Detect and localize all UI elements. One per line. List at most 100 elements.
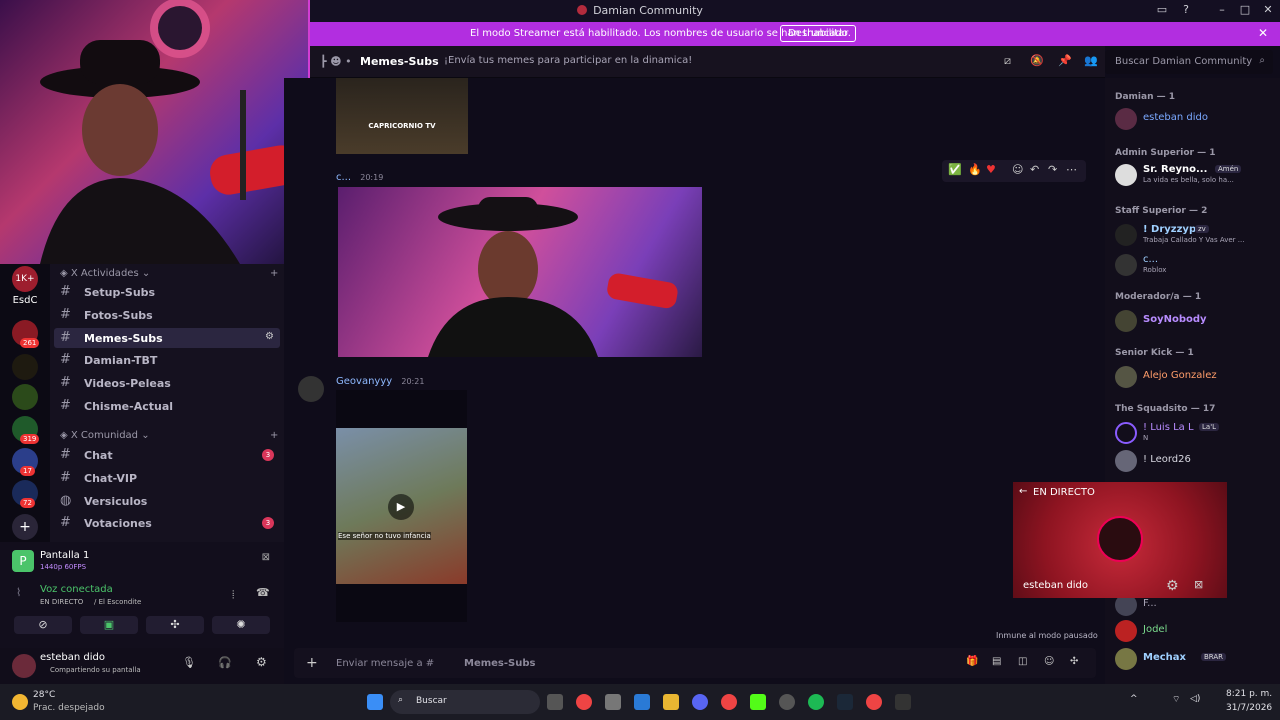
pinned-icon[interactable]: 📌: [1058, 54, 1072, 67]
headphones-icon[interactable]: 🎧: [218, 656, 232, 669]
inbox-icon[interactable]: ▭: [1154, 3, 1170, 16]
clock-date[interactable]: 31/7/2026: [1226, 703, 1272, 713]
channel-item[interactable]: # Damian-TBT: [54, 350, 280, 370]
sticker-icon[interactable]: ◫: [1018, 656, 1027, 667]
user-settings-icon[interactable]: ⚙: [256, 655, 267, 669]
channel-item[interactable]: # Chat 3: [54, 445, 280, 465]
member-list-icon[interactable]: 👥: [1084, 54, 1098, 67]
channel-item[interactable]: # Fotos-Subs: [54, 305, 280, 325]
back-arrow-icon[interactable]: ←: [1019, 486, 1027, 497]
disable-streamer-button[interactable]: Deshabilitar: [780, 25, 857, 42]
search-input[interactable]: Buscar Damian Community ⌕: [1105, 50, 1273, 74]
message-image[interactable]: CAPRICORNIO TV: [336, 78, 468, 154]
channel-item-active[interactable]: # Memes-Subs ⚙: [54, 328, 280, 348]
threads-icon[interactable]: ⧄: [1004, 54, 1011, 68]
avatar[interactable]: [12, 654, 36, 678]
maximize-button[interactable]: □: [1237, 3, 1253, 16]
popout-settings-icon[interactable]: ⚙: [1166, 578, 1179, 594]
app-icon[interactable]: [779, 694, 795, 710]
server-icon[interactable]: [12, 354, 38, 380]
chrome-icon[interactable]: [721, 694, 737, 710]
server-icon[interactable]: [12, 384, 38, 410]
help-icon[interactable]: ?: [1178, 3, 1194, 16]
channel-item[interactable]: # Votaciones 3: [54, 513, 280, 533]
tray-chevron-icon[interactable]: ^: [1130, 694, 1138, 704]
category-header[interactable]: ◈ X Comunidad ⌄ +: [60, 430, 278, 441]
server-icon[interactable]: 72: [12, 480, 38, 508]
popout-close-icon[interactable]: ⊠: [1194, 578, 1203, 591]
channel-settings-icon[interactable]: ⚙: [265, 331, 274, 342]
member-item[interactable]: c... Roblox: [1115, 254, 1275, 278]
steam-icon[interactable]: [837, 694, 853, 710]
kick-icon[interactable]: [750, 694, 766, 710]
category-header[interactable]: ◈ X Actividades ⌄ +: [60, 268, 278, 279]
gift-icon[interactable]: 🎁: [966, 656, 978, 667]
member-item[interactable]: ! Luis La L N La'L: [1115, 422, 1275, 446]
folder-icon[interactable]: [663, 694, 679, 710]
channel-item[interactable]: # Chat-VIP: [54, 468, 280, 488]
screen-share-button[interactable]: ▣: [80, 616, 138, 634]
emoji-icon[interactable]: ☺: [1044, 656, 1054, 667]
chrome-icon[interactable]: [576, 694, 592, 710]
close-window-button[interactable]: ✕: [1260, 3, 1276, 16]
member-item[interactable]: esteban dido: [1115, 108, 1275, 132]
more-icon[interactable]: ⋯: [1066, 163, 1077, 176]
gif-icon[interactable]: ▤: [992, 656, 1001, 667]
mic-icon[interactable]: 🎙: [182, 656, 196, 669]
add-server-icon[interactable]: +: [12, 514, 38, 540]
add-channel-icon[interactable]: +: [270, 268, 278, 279]
attach-icon[interactable]: +: [306, 655, 318, 671]
chrome-icon[interactable]: [866, 694, 882, 710]
reaction-check-icon[interactable]: ✅: [948, 163, 962, 176]
volume-icon[interactable]: ◁): [1190, 694, 1200, 704]
member-item[interactable]: Sr. Reyno... La vida es bella, solo ha...…: [1115, 164, 1275, 188]
member-item[interactable]: Jodel: [1115, 620, 1275, 644]
server-icon[interactable]: 319: [12, 416, 40, 444]
store-icon[interactable]: [634, 694, 650, 710]
minimize-button[interactable]: –: [1214, 3, 1230, 16]
apps-icon[interactable]: ✣: [1070, 656, 1078, 667]
message-image[interactable]: [338, 187, 702, 357]
clock-time[interactable]: 8:21 p. m.: [1226, 689, 1272, 699]
channel-item[interactable]: # Chisme-Actual: [54, 396, 280, 416]
screenshare-card[interactable]: P Pantalla 1 1440p 60FPS ⊠: [12, 548, 274, 574]
popout-icon[interactable]: ⊠: [262, 552, 270, 563]
notifications-icon[interactable]: 🔕: [1030, 54, 1044, 67]
close-banner-icon[interactable]: ✕: [1258, 26, 1268, 40]
wifi-icon[interactable]: ⌔: [1172, 694, 1180, 705]
discord-icon[interactable]: [692, 694, 708, 710]
forward-icon[interactable]: ↷: [1048, 163, 1057, 176]
activities-button[interactable]: ✣: [146, 616, 204, 634]
message-video[interactable]: ▶ Ese señor no tuvo infancia: [336, 390, 467, 622]
server-icon[interactable]: 261: [12, 320, 40, 348]
member-item[interactable]: ! Dryzzypr Trabaja Callado Y Vas Aver ...…: [1115, 224, 1275, 248]
channel-item[interactable]: # Videos-Peleas: [54, 373, 280, 393]
add-reaction-icon[interactable]: ☺: [1012, 163, 1023, 176]
channel-item[interactable]: # Setup-Subs: [54, 282, 280, 302]
taskbar-search[interactable]: ⌕ Buscar: [390, 690, 540, 714]
start-icon[interactable]: [367, 694, 383, 710]
server-icon[interactable]: 17: [12, 448, 38, 476]
soundboard-button[interactable]: ✺: [212, 616, 270, 634]
task-view-icon[interactable]: [547, 694, 563, 710]
message-composer[interactable]: + Enviar mensaje a # Memes-Subs 🎁 ▤ ◫ ☺ …: [294, 648, 1096, 678]
reaction-heart-icon[interactable]: ♥: [986, 163, 996, 176]
member-item[interactable]: SoyNobody: [1115, 310, 1275, 334]
member-item[interactable]: ! Leord26: [1115, 450, 1275, 474]
camera-off-button[interactable]: ⊘: [14, 616, 72, 634]
channel-item[interactable]: ◍ Versiculos: [54, 491, 280, 511]
reaction-fire-icon[interactable]: 🔥: [968, 163, 982, 176]
add-channel-icon[interactable]: +: [270, 430, 278, 441]
reply-icon[interactable]: ↶: [1030, 163, 1039, 176]
avatar[interactable]: [298, 376, 324, 402]
disconnect-icon[interactable]: ☎: [256, 586, 270, 599]
message-author[interactable]: c...: [336, 172, 351, 183]
message-author[interactable]: Geovanyyy: [336, 376, 392, 387]
member-item[interactable]: Alejo Gonzalez: [1115, 366, 1275, 390]
app-icon[interactable]: [605, 694, 621, 710]
play-icon[interactable]: ▶: [388, 494, 414, 520]
member-item[interactable]: Mechax BRAR: [1115, 648, 1275, 672]
soundboard-icon[interactable]: ⦙: [232, 588, 234, 602]
app-icon[interactable]: [895, 694, 911, 710]
spotify-icon[interactable]: [808, 694, 824, 710]
